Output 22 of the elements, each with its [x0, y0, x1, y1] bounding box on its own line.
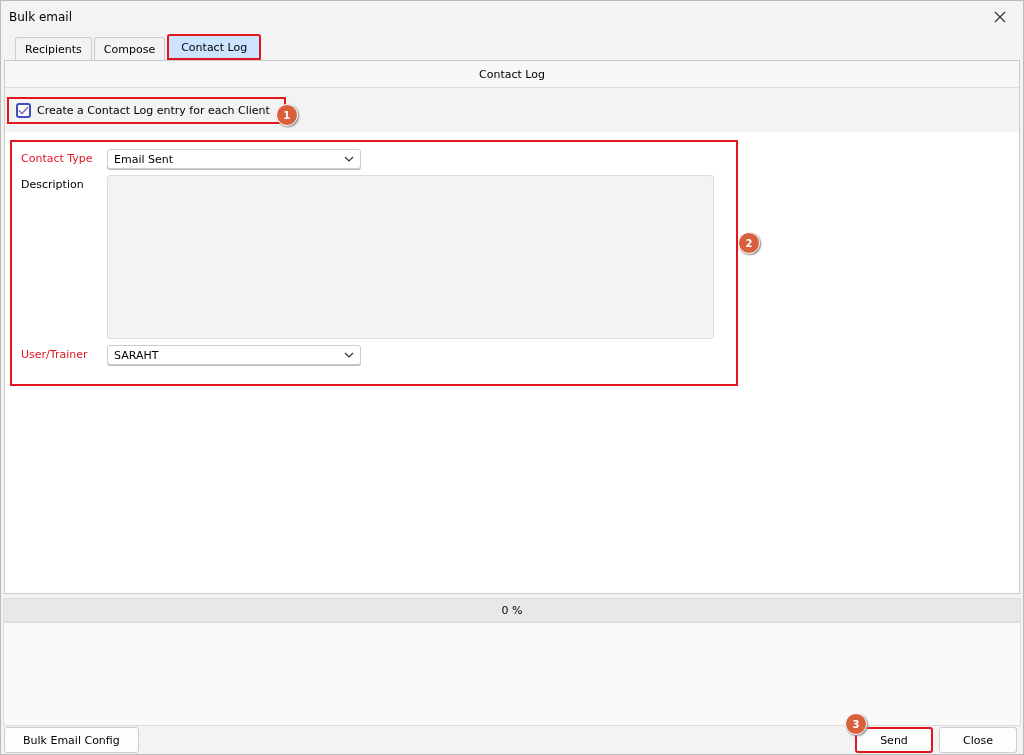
dialog-button[interactable]: Send — [855, 727, 933, 753]
field-label: Contact Type — [21, 151, 94, 165]
field-label: User/Trainer — [21, 347, 89, 361]
callout-marker: 2 — [738, 232, 760, 254]
close-icon — [994, 10, 1006, 23]
dropdown-field[interactable]: Email Sent — [107, 149, 361, 169]
checkbox[interactable] — [16, 102, 31, 118]
checkbox-label: Create a Contact Log entry for each Client — [37, 103, 270, 117]
tab[interactable]: Recipients — [15, 37, 92, 60]
progress-reading: 0 % — [501, 603, 523, 617]
tab[interactable]: Compose — [93, 37, 166, 60]
dialog-button[interactable]: Close — [939, 727, 1017, 753]
chevron-down-icon — [344, 352, 354, 358]
dropdown-field[interactable]: SARAHT — [107, 345, 361, 365]
window-title: Bulk email — [9, 9, 73, 24]
description-field[interactable] — [107, 175, 714, 339]
field-label: Description — [21, 177, 85, 191]
tab[interactable]: Contact Log — [167, 34, 262, 60]
callout-marker: 1 — [275, 104, 298, 126]
panel-title: Contact Log — [479, 67, 545, 81]
config-button[interactable]: Bulk Email Config — [4, 727, 139, 753]
chevron-down-icon — [344, 156, 354, 162]
